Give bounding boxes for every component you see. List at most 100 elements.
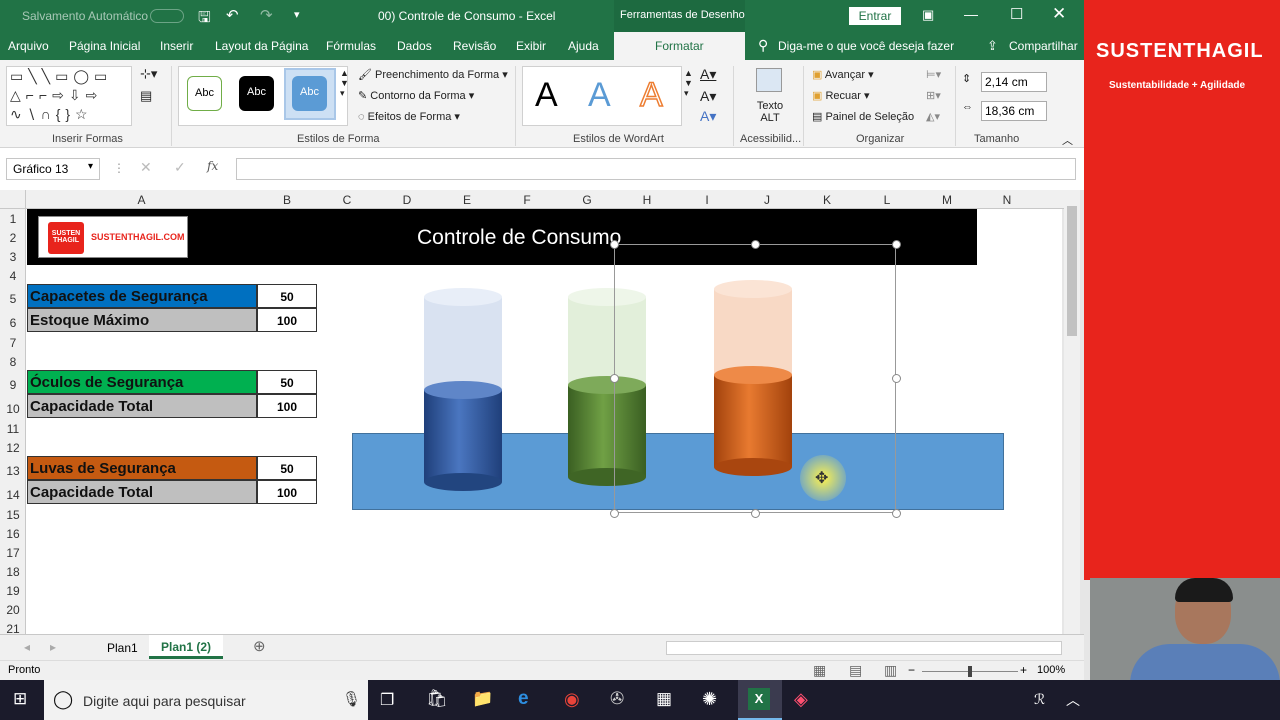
value-luvas[interactable]: 50 <box>257 456 317 480</box>
page-break-icon[interactable]: ▥ <box>884 662 897 679</box>
resize-handle[interactable] <box>892 374 901 383</box>
col-header[interactable]: L <box>857 193 917 207</box>
app-icon[interactable]: ✇ <box>610 689 624 709</box>
signin-button[interactable]: Entrar <box>849 7 901 25</box>
normal-view-icon[interactable]: ▦ <box>813 662 826 679</box>
undo-icon[interactable]: ↶ <box>226 6 239 24</box>
row-header[interactable]: 5 <box>0 292 26 306</box>
label-capacidade-total[interactable]: Capacidade Total <box>27 394 257 418</box>
store-icon[interactable]: 🛍 <box>426 689 448 709</box>
col-header[interactable]: A <box>26 193 257 207</box>
label-estoque-maximo[interactable]: Estoque Máximo <box>27 308 257 332</box>
resize-handle[interactable] <box>892 509 901 518</box>
row-header[interactable]: 15 <box>0 508 26 522</box>
col-header[interactable]: D <box>377 193 437 207</box>
color-wheel-icon[interactable]: ✺ <box>702 689 717 710</box>
add-sheet-icon[interactable]: ⊕ <box>253 637 266 655</box>
calculator-icon[interactable]: ▦ <box>656 689 672 709</box>
width-field[interactable]: 18,36 cm <box>981 101 1047 121</box>
tab-revisao[interactable]: Revisão <box>453 39 496 53</box>
microphone-icon[interactable]: 🎙 <box>342 690 361 708</box>
sheet-tab-plan1-2[interactable]: Plan1 (2) <box>161 640 211 654</box>
label-luvas[interactable]: Luvas de Segurança <box>27 456 257 480</box>
value-capacidade-total-2[interactable]: 100 <box>257 480 317 504</box>
label-capacidade-total-2[interactable]: Capacidade Total <box>27 480 257 504</box>
resize-handle[interactable] <box>610 374 619 383</box>
row-header[interactable]: 2 <box>0 231 26 245</box>
close-icon[interactable]: ✕ <box>1052 4 1066 24</box>
tab-formulas[interactable]: Fórmulas <box>326 39 376 53</box>
recorder-icon[interactable]: ◈ <box>794 689 808 710</box>
text-effects-icon[interactable]: A▾ <box>700 108 716 125</box>
sheet-tab-plan1[interactable]: Plan1 <box>107 641 138 655</box>
vertical-scrollbar[interactable] <box>1064 190 1080 634</box>
row-header[interactable]: 11 <box>0 422 26 436</box>
fill-button[interactable]: 🖌 Preenchimento da Forma ▾ <box>358 68 508 81</box>
text-fill-icon[interactable]: A▾ <box>700 66 716 83</box>
bring-forward-button[interactable]: ▣ Avançar ▾ <box>812 68 874 81</box>
horizontal-scrollbar[interactable] <box>666 641 1062 655</box>
zoom-out-icon[interactable]: − <box>908 663 915 677</box>
align-icon[interactable]: ⊨▾ <box>926 68 941 81</box>
tray-chevron-icon[interactable]: ︿ <box>1066 690 1080 710</box>
row-header[interactable]: 4 <box>0 269 26 283</box>
customize-qat-icon[interactable]: ▾ <box>294 8 300 21</box>
tell-me-input[interactable]: Diga-me o que você deseja fazer <box>778 39 954 53</box>
row-header[interactable]: 16 <box>0 527 26 541</box>
zoom-thumb[interactable] <box>968 666 972 677</box>
autosave-toggle[interactable] <box>150 9 184 23</box>
shape-style-3[interactable]: Abc <box>292 76 327 111</box>
tab-inserir[interactable]: Inserir <box>160 39 193 53</box>
group-icon[interactable]: ⊞▾ <box>926 89 941 102</box>
save-icon[interactable]: 🖫 <box>198 7 211 32</box>
insert-function-icon[interactable]: fx <box>207 159 218 173</box>
wordart-style-2[interactable]: A <box>588 76 611 115</box>
minimize-icon[interactable]: — <box>964 6 978 22</box>
ribbon-display-icon[interactable]: ▣ <box>922 7 934 23</box>
row-header[interactable]: 10 <box>0 402 26 416</box>
col-header[interactable]: C <box>317 193 377 207</box>
value-capacidade-total[interactable]: 100 <box>257 394 317 418</box>
col-header[interactable]: F <box>497 193 557 207</box>
col-header[interactable]: B <box>257 193 317 207</box>
height-field[interactable]: 2,14 cm <box>981 72 1047 92</box>
row-header[interactable]: 7 <box>0 336 26 350</box>
row-header[interactable]: 20 <box>0 603 26 617</box>
name-box[interactable]: Gráfico 13 <box>6 158 100 180</box>
selection-frame[interactable] <box>614 244 896 513</box>
send-backward-button[interactable]: ▣ Recuar ▾ <box>812 89 870 102</box>
edit-shape-icon[interactable]: ⊹▾ <box>140 66 157 82</box>
selection-pane-button[interactable]: ▤ Painel de Seleção <box>812 110 914 123</box>
collapse-ribbon-icon[interactable]: ︿ <box>1062 132 1073 148</box>
col-header[interactable]: E <box>437 193 497 207</box>
select-all-corner[interactable] <box>0 190 26 209</box>
row-header[interactable]: 8 <box>0 355 26 369</box>
wordart-scroll-icon[interactable]: ▲ ▼ ▾ <box>684 68 693 99</box>
excel-icon[interactable]: X <box>748 688 770 710</box>
row-header[interactable]: 19 <box>0 584 26 598</box>
resize-handle[interactable] <box>751 240 760 249</box>
edge-icon[interactable]: e <box>518 688 529 710</box>
col-header[interactable]: H <box>617 193 677 207</box>
value-estoque-maximo[interactable]: 100 <box>257 308 317 332</box>
label-capacetes[interactable]: Capacetes de Segurança <box>27 284 257 308</box>
tab-ajuda[interactable]: Ajuda <box>568 39 599 53</box>
row-header[interactable]: 13 <box>0 464 26 478</box>
effects-button[interactable]: ◌ Efeitos de Forma ▾ <box>358 110 460 123</box>
row-header[interactable]: 9 <box>0 378 26 392</box>
resize-handle[interactable] <box>751 509 760 518</box>
resize-handle[interactable] <box>892 240 901 249</box>
task-view-icon[interactable]: ❐ <box>380 690 394 710</box>
resize-handle[interactable] <box>610 509 619 518</box>
name-box-dropdown-icon[interactable]: ▾ <box>88 161 93 172</box>
resize-handle[interactable] <box>610 240 619 249</box>
wordart-style-1[interactable]: A <box>535 76 558 115</box>
rotate-icon[interactable]: ◭▾ <box>926 110 940 123</box>
tab-formatar[interactable]: Formatar <box>655 39 704 53</box>
redo-icon[interactable]: ↷ <box>260 6 273 24</box>
shape-style-1[interactable]: Abc <box>187 76 222 111</box>
page-layout-icon[interactable]: ▤ <box>849 662 862 679</box>
col-header[interactable]: N <box>977 193 1037 207</box>
value-capacetes[interactable]: 50 <box>257 284 317 308</box>
col-header[interactable]: J <box>737 193 797 207</box>
